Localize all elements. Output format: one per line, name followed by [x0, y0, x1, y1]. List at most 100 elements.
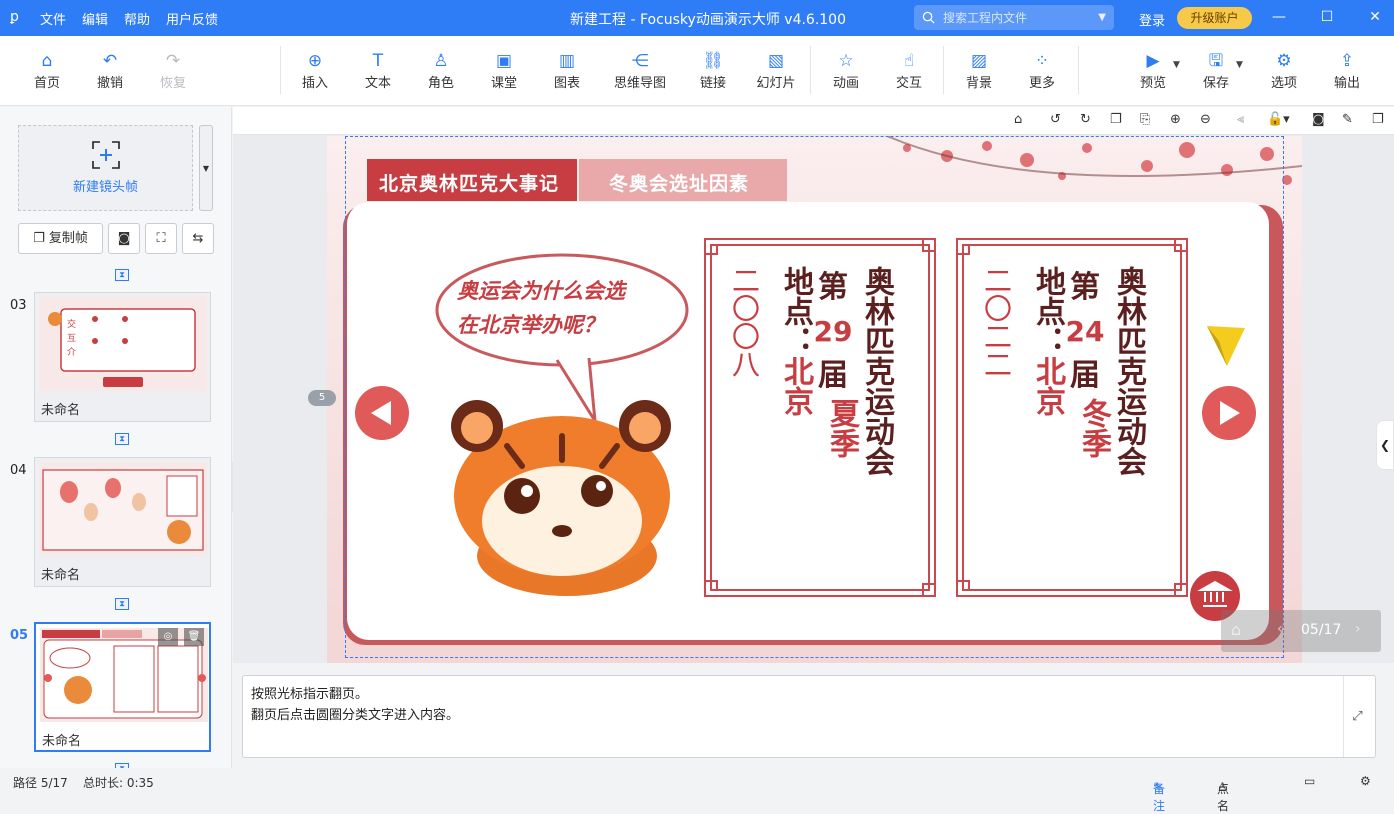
svg-text:介: 介: [67, 347, 76, 358]
thumbnail-image: [40, 628, 208, 722]
canvas-toolbar: ⌂ ↺ ↻ ❐ ⎘ ⊕ ⊖ ⫷ 🔓▾ ◙ ✎ ❐: [233, 107, 1394, 135]
chart-button[interactable]: ▥ 图表: [537, 50, 597, 91]
title-bar: ꝑ 文件 编辑 帮助 用户反馈 新建工程 - Focusky动画演示大师 v4.…: [0, 0, 1394, 36]
home-icon[interactable]: ⌂: [1231, 620, 1241, 639]
edit-icon[interactable]: ✎: [1342, 112, 1353, 127]
align-icon[interactable]: ⫷: [1237, 112, 1244, 127]
text-button[interactable]: T 文本: [348, 50, 408, 91]
zoom-out-icon[interactable]: ⊖: [1200, 112, 1211, 127]
undo-button[interactable]: ↶ 撤销: [80, 50, 140, 91]
frame-thumbnail-4[interactable]: 未命名: [34, 457, 211, 587]
bar-chart-icon: ▥: [558, 51, 576, 71]
thumb-number: 03: [10, 298, 27, 313]
lock-icon[interactable]: 🔓▾: [1267, 112, 1290, 127]
chevron-down-icon[interactable]: ▼: [1173, 60, 1180, 70]
undo-icon: ↶: [102, 51, 118, 71]
login-link[interactable]: 登录: [1139, 10, 1165, 29]
copy-icon[interactable]: ❐: [1110, 112, 1122, 127]
more-button[interactable]: ⁘ 更多: [1012, 50, 1072, 91]
save-button[interactable]: 🖫 保存: [1186, 50, 1246, 91]
camera-button[interactable]: ◙: [108, 223, 140, 254]
expand-right-panel-button[interactable]: ❮: [1376, 420, 1394, 470]
menu-file[interactable]: 文件: [40, 9, 66, 28]
transition-connector-icon[interactable]: ⧗: [115, 269, 129, 281]
zoom-in-icon[interactable]: ⊕: [1170, 112, 1181, 127]
star-icon: ☆: [838, 51, 854, 71]
menu-help[interactable]: 帮助: [124, 9, 150, 28]
trash-icon[interactable]: 🗑: [184, 628, 204, 646]
copy-icon[interactable]: ❐: [1372, 112, 1384, 127]
paste-icon[interactable]: ⎘: [1140, 112, 1150, 127]
frame-selection-box[interactable]: [345, 136, 1284, 658]
options-button[interactable]: ⚙ 选项: [1254, 50, 1314, 91]
home-view-icon[interactable]: ⌂: [1014, 112, 1022, 127]
frame-thumbnail-3[interactable]: 交 互 介 未命名: [34, 292, 211, 422]
animation-button[interactable]: ☆ 动画: [816, 50, 876, 91]
mindmap-icon: ⋲: [631, 51, 649, 71]
search-placeholder: 搜索工程内文件: [943, 11, 1028, 25]
hand-pointer-icon: ☝: [903, 51, 915, 71]
prev-circle-icon[interactable]: ‹: [1277, 621, 1283, 637]
home-icon: ⌂: [41, 51, 53, 71]
thumb-number: 04: [10, 463, 27, 478]
transition-button[interactable]: ⇆: [182, 223, 214, 254]
redo-icon: ↷: [165, 51, 181, 71]
notes-line-1: 按照光标指示翻页。: [251, 687, 369, 702]
close-icon[interactable]: ✕: [1363, 6, 1387, 28]
interaction-button[interactable]: ☝ 交互: [879, 50, 939, 91]
text-icon: T: [372, 51, 384, 71]
new-frame-button[interactable]: 新建镜头帧: [18, 125, 193, 211]
next-circle-icon[interactable]: ›: [1355, 621, 1361, 637]
role-button[interactable]: ♙ 角色: [411, 50, 471, 91]
minimize-icon[interactable]: —: [1267, 6, 1291, 28]
frame-thumbnail-5[interactable]: 未命名 ◎ 🗑: [34, 622, 211, 752]
grid-icon: ⁘: [1034, 51, 1050, 71]
new-frame-dropdown[interactable]: ▼: [199, 125, 213, 211]
background-icon: ▨: [970, 51, 988, 71]
page-badge: 5: [308, 390, 336, 406]
menu-edit[interactable]: 编辑: [82, 9, 108, 28]
export-button[interactable]: ⇪ 输出: [1317, 50, 1377, 91]
notes-editor[interactable]: 按照光标指示翻页。 翻页后点击圆圈分类文字进入内容。 ⤢: [242, 675, 1376, 758]
chevron-left-icon: ❮: [1379, 438, 1391, 452]
search-input[interactable]: 搜索工程内文件 ▼: [914, 5, 1114, 30]
transition-connector-icon[interactable]: ⧗: [115, 433, 129, 445]
expand-icon[interactable]: ⤢: [1343, 676, 1371, 757]
thumb-number: 05: [10, 628, 29, 643]
add-frame-icon: [91, 141, 120, 169]
classroom-button[interactable]: ▣ 课堂: [474, 50, 534, 91]
chevron-down-icon[interactable]: ▼: [1236, 60, 1243, 70]
playback-navigator: ⌂ ‹ 05/17 ›: [1221, 610, 1381, 652]
fit-frame-button[interactable]: ⛶: [145, 223, 177, 254]
menu-feedback[interactable]: 用户反馈: [166, 9, 218, 28]
redo-button[interactable]: ↷ 恢复: [143, 50, 203, 91]
background-button[interactable]: ▨ 背景: [949, 50, 1009, 91]
toolbar-divider: [810, 46, 811, 94]
slides-button[interactable]: ▧ 幻灯片: [746, 50, 806, 91]
menu-bar: 文件 编辑 帮助 用户反馈: [40, 9, 218, 28]
screen-icon[interactable]: ▭: [1304, 774, 1315, 788]
preview-button[interactable]: ▶ 预览: [1123, 50, 1183, 91]
settings-icon[interactable]: ⚙: [1360, 774, 1371, 788]
mindmap-button[interactable]: ⋲ 思维导图: [610, 50, 670, 91]
transition-connector-icon[interactable]: ⧗: [115, 598, 129, 610]
rotate-right-icon[interactable]: ↻: [1080, 112, 1091, 127]
notes-line-2: 翻页后点击圆圈分类文字进入内容。: [251, 708, 460, 723]
screenshot-icon[interactable]: ◙: [1312, 112, 1325, 127]
pin-icon[interactable]: ꝑ: [10, 9, 19, 25]
person-icon: ♙: [433, 51, 449, 71]
link-button[interactable]: ⛓ 链接: [683, 50, 743, 91]
toolbar-divider: [1078, 46, 1079, 94]
maximize-icon[interactable]: ☐: [1315, 6, 1339, 28]
rotate-left-icon[interactable]: ↺: [1050, 112, 1061, 127]
upgrade-button[interactable]: 升级账户: [1177, 7, 1252, 29]
image-icon: ▧: [767, 51, 785, 71]
thumbnail-image: 交 互 介: [39, 297, 207, 391]
chevron-down-icon[interactable]: ▼: [1098, 12, 1106, 23]
copy-frame-button[interactable]: ❐ 复制帧: [18, 223, 103, 254]
path-status: 路径 5/17: [13, 776, 68, 790]
insert-button[interactable]: ⊕ 插入: [285, 50, 345, 91]
frame-sidebar: 新建镜头帧 ▼ ❐ 复制帧 ◙ ⛶ ⇆ ⧗ 03 交 互 介 未命名 ⧗ 04: [0, 107, 232, 768]
home-button[interactable]: ⌂ 首页: [17, 50, 77, 91]
camera-icon[interactable]: ◎: [158, 628, 178, 646]
